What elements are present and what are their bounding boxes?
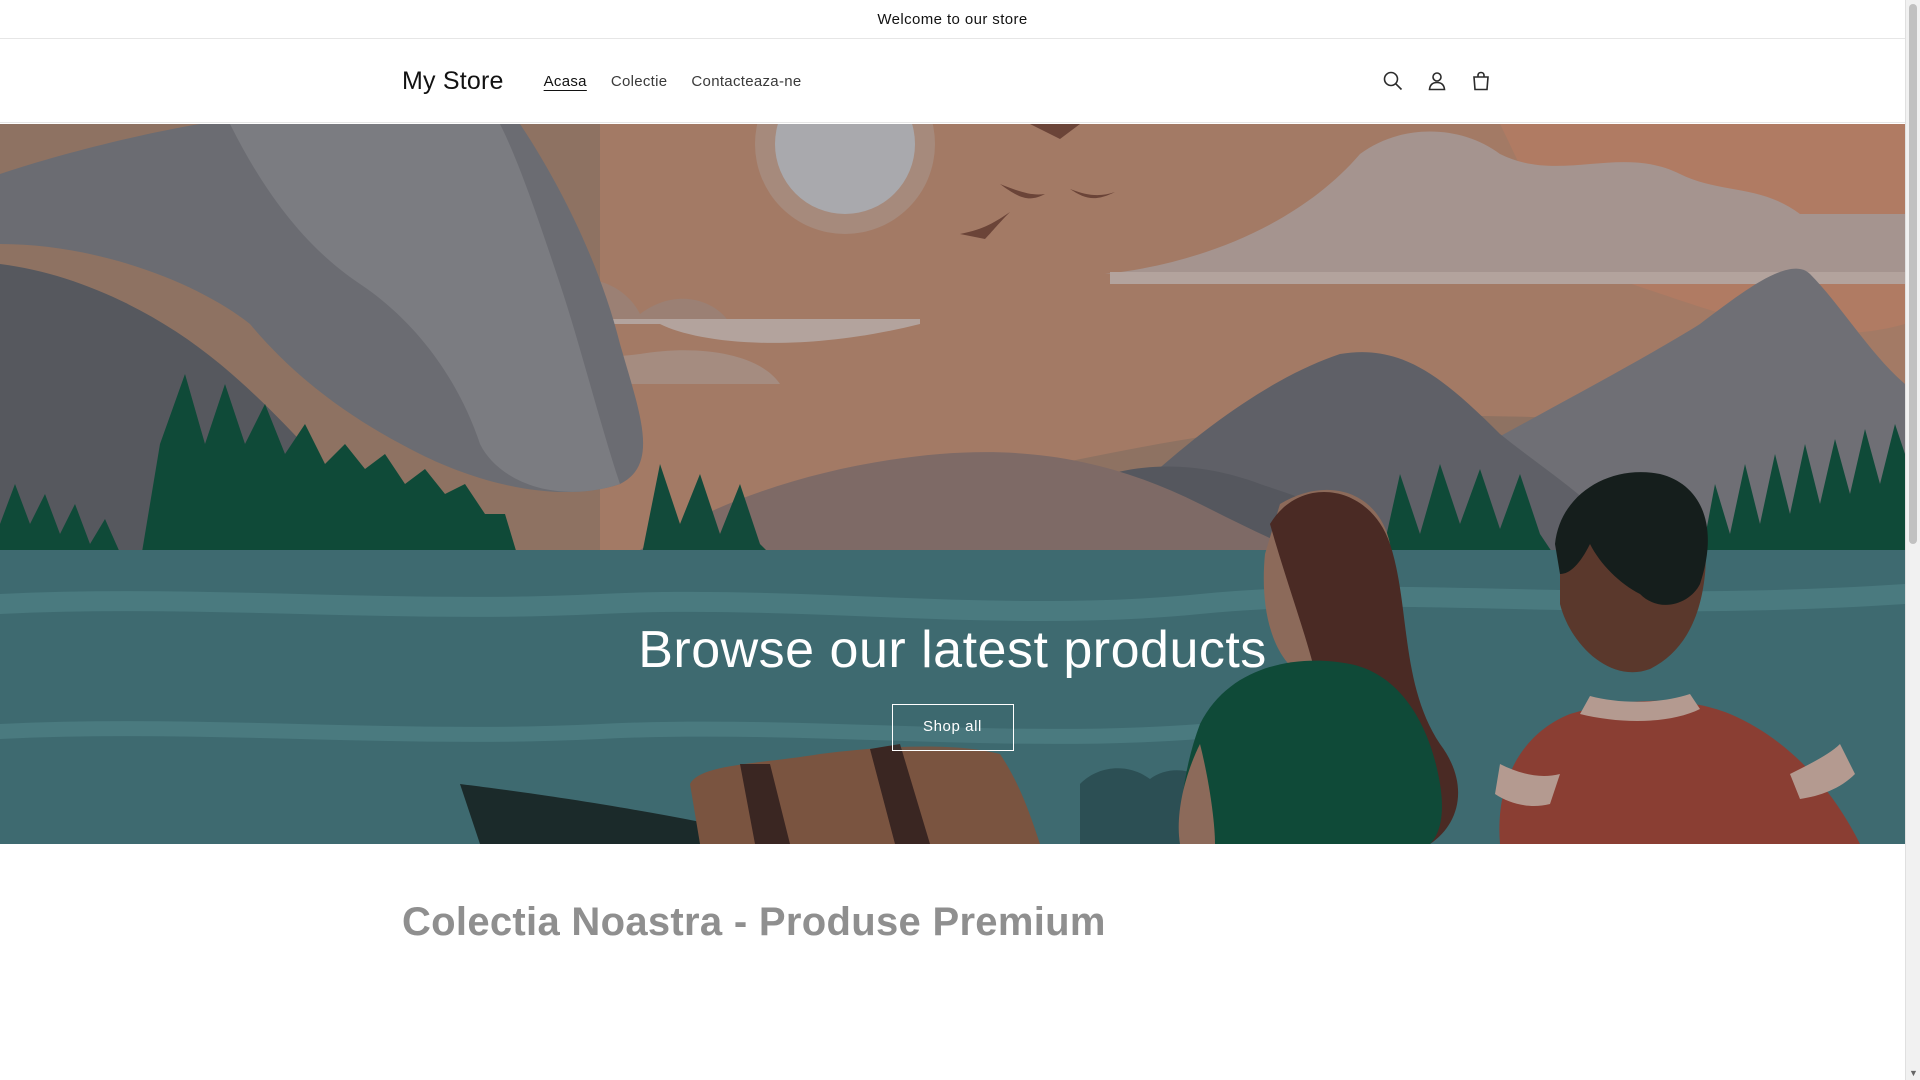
cart-icon: [1473, 71, 1489, 91]
cart-button[interactable]: [1459, 59, 1503, 103]
search-button[interactable]: [1371, 59, 1415, 103]
hero-banner: Browse our latest products Shop all: [0, 124, 1905, 844]
account-button[interactable]: [1415, 59, 1459, 103]
nav-link-colectie[interactable]: Colectie: [599, 65, 680, 98]
announcement-bar: Welcome to our store: [0, 0, 1905, 39]
store-logo[interactable]: My Store: [402, 67, 504, 96]
search-icon: [1383, 71, 1403, 91]
account-icon: [1428, 72, 1446, 91]
nav-link-acasa[interactable]: Acasa: [532, 65, 599, 98]
header-icons: [1371, 59, 1503, 103]
nav-link-contacteaza-ne[interactable]: Contacteaza-ne: [679, 65, 813, 98]
announcement-text: Welcome to our store: [877, 10, 1028, 28]
scroll-down-arrow-icon[interactable]: ▼: [1909, 1069, 1918, 1078]
hero-title: Browse our latest products: [638, 621, 1267, 679]
shop-all-button[interactable]: Shop all: [891, 704, 1014, 751]
page-scrollbar[interactable]: ▼: [1905, 0, 1920, 1080]
collection-heading: Colectia Noastra - Produse Premium: [402, 900, 1106, 944]
hero-content: Browse our latest products Shop all: [0, 620, 1905, 751]
page: Welcome to our store My Store Acasa Cole…: [0, 0, 1905, 1080]
scrollbar-thumb[interactable]: [1909, 4, 1917, 544]
header-inner: My Store Acasa Colectie Contacteaza-ne: [402, 39, 1503, 123]
site-header: My Store Acasa Colectie Contacteaza-ne: [0, 39, 1905, 123]
main-nav: Acasa Colectie Contacteaza-ne: [532, 65, 814, 98]
